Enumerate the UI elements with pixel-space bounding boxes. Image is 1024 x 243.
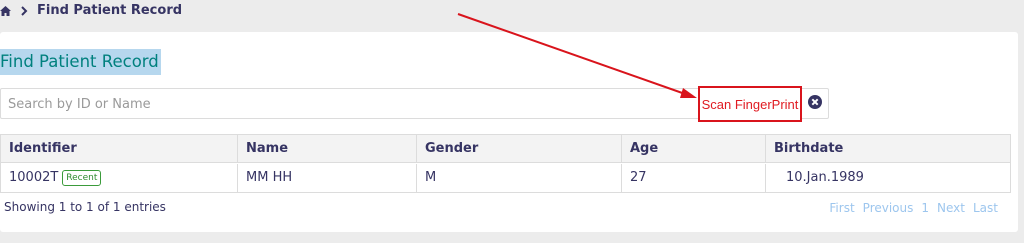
column-header-age[interactable]: Age: [622, 135, 766, 163]
page-title: Find Patient Record: [0, 49, 161, 75]
entries-info: Showing 1 to 1 of 1 entries: [4, 200, 166, 214]
pager-next[interactable]: Next: [937, 201, 965, 215]
search-input[interactable]: [8, 94, 688, 114]
table-row[interactable]: 10002T Recent MM HH M 27 10.Jan.1989: [1, 164, 1010, 192]
recent-badge: Recent: [62, 170, 102, 186]
cell-name: MM HH: [238, 164, 417, 192]
pager-previous[interactable]: Previous: [863, 201, 914, 215]
home-icon[interactable]: [0, 6, 11, 16]
breadcrumb-current: Find Patient Record: [37, 3, 183, 18]
cell-identifier: 10002T Recent: [1, 164, 238, 192]
column-header-identifier[interactable]: Identifier: [1, 135, 238, 163]
column-header-birthdate[interactable]: Birthdate: [766, 135, 1010, 163]
chevron-right-icon: [21, 6, 28, 16]
scan-fingerprint-button[interactable]: Scan FingerPrint: [698, 86, 802, 122]
cell-age: 27: [622, 164, 766, 192]
cell-birthdate: 10.Jan.1989: [786, 170, 864, 185]
column-header-name[interactable]: Name: [238, 135, 417, 163]
table-header: Identifier Name Gender Age Birthdate: [1, 135, 1010, 163]
breadcrumb: Find Patient Record: [0, 0, 1024, 24]
pager-page-1[interactable]: 1: [921, 201, 929, 215]
close-circle-icon[interactable]: [808, 95, 822, 109]
pager-first[interactable]: First: [829, 201, 854, 215]
patient-table: Identifier Name Gender Age Birthdate 100…: [0, 134, 1011, 193]
identifier-value: 10002T: [9, 170, 59, 185]
cell-gender: M: [417, 164, 622, 192]
pagination: First Previous 1 Next Last: [829, 201, 998, 215]
pager-last[interactable]: Last: [973, 201, 998, 215]
column-header-gender[interactable]: Gender: [417, 135, 622, 163]
